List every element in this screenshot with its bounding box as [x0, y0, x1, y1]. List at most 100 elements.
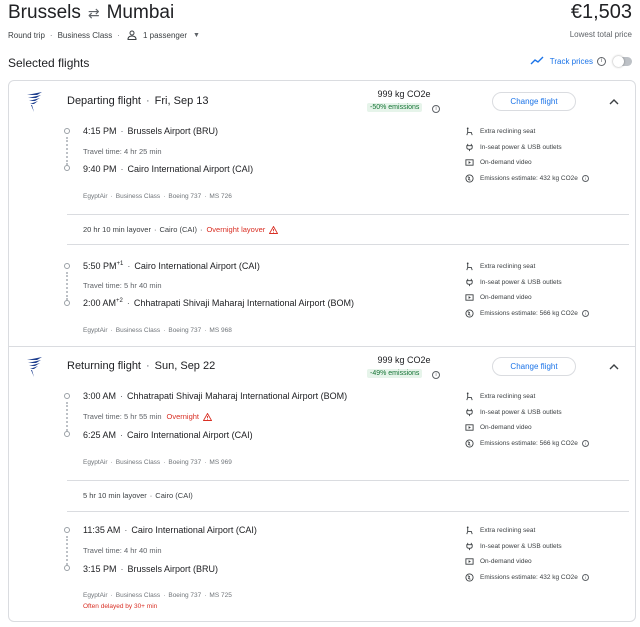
track-prices[interactable]: Track prices i — [530, 55, 632, 67]
overnight-note: Overnight layover — [206, 225, 266, 234]
departing-emissions-badge: -50% emissions — [367, 103, 423, 112]
departure-time: 3:00 AM — [83, 391, 117, 401]
arrival-airport: Cairo International Airport (CAI) — [127, 164, 254, 174]
info-icon[interactable]: i — [581, 573, 589, 581]
amenity-label: On-demand video — [480, 424, 532, 432]
aircraft: Boeing 737 — [168, 459, 202, 466]
amenity-item: Emissions estimate: 432 kg CO2e i — [465, 171, 635, 187]
departure-stop: 5:50 PM+1 · Cairo International Airport (C… — [83, 261, 260, 271]
amenity-label: Extra reclining seat — [480, 527, 536, 535]
flight-meta: EgyptAir · Business Class · Boeing 737 · MS 72… — [83, 592, 232, 599]
passenger-selector[interactable]: 1 passenger — [143, 31, 187, 40]
amenity-label: Emissions estimate: 432 kg CO2e — [480, 573, 578, 581]
dropdown-caret-icon[interactable]: ▼ — [193, 32, 200, 39]
departure-time: 5:50 PM — [83, 261, 117, 271]
returning-label: Returning flight — [67, 360, 141, 372]
aircraft: Boeing 737 — [168, 327, 202, 334]
info-icon[interactable]: i — [581, 309, 589, 317]
amenity-item: On-demand video — [465, 420, 635, 436]
arrival-stop: 3:15 PM · Brussels Airport (BRU) — [83, 564, 219, 574]
returning-emissions-badge: -49% emissions — [367, 369, 423, 378]
leg-divider — [9, 346, 635, 347]
amenity-label: Extra reclining seat — [480, 263, 536, 271]
departure-airport: Cairo International Airport (CAI) — [134, 261, 260, 271]
seat-icon — [466, 526, 473, 535]
arrival-airport: Cairo International Airport (CAI) — [127, 430, 253, 440]
info-icon[interactable]: i — [581, 174, 589, 182]
amenity-item: On-demand video — [465, 554, 635, 570]
separator-dot: · — [117, 30, 120, 40]
power-plug-icon — [466, 542, 473, 550]
cabin: Business Class — [115, 459, 161, 466]
amenity-label: In-seat power & USB outlets — [480, 143, 562, 151]
amenity-label: Emissions estimate: 566 kg CO2e — [480, 309, 578, 317]
video-icon — [465, 558, 474, 565]
arrival-time: 9:40 PM — [83, 164, 117, 174]
departure-stop: 4:15 PM · Brussels Airport (BRU) — [83, 126, 219, 136]
amenity-item: Emissions estimate: 432 kg CO2e i — [465, 570, 635, 586]
info-icon[interactable]: i — [581, 439, 589, 447]
divider — [67, 244, 629, 245]
amenity-label: On-demand video — [480, 558, 532, 566]
departure-airport: Brussels Airport (BRU) — [127, 126, 219, 136]
departing-title: Departing flight · Fri, Sep 13 — [67, 95, 208, 107]
video-icon — [465, 294, 474, 301]
trip-header: Brussels ⇄ Mumbai €1,503 Lowest total pr… — [8, 0, 632, 50]
separator-dot: · — [49, 30, 53, 40]
change-returning-button[interactable]: Change flight — [492, 357, 576, 376]
departing-date: Fri, Sep 13 — [154, 95, 209, 107]
collapse-chevron-icon[interactable] — [609, 98, 619, 106]
returning-date: Sun, Sep 22 — [154, 360, 216, 372]
amenities-list: Extra reclining seat In-seat power & USB… — [465, 389, 635, 451]
amenity-label: On-demand video — [480, 159, 532, 167]
change-departing-button[interactable]: Change flight — [492, 92, 576, 111]
amenities-list: Extra reclining seat In-seat power & USB… — [465, 124, 635, 186]
track-prices-label[interactable]: Track prices — [550, 57, 593, 66]
delay-warning: Often delayed by 30+ min — [83, 603, 158, 610]
aircraft: Boeing 737 — [168, 592, 202, 599]
arrival-stop: 9:40 PM · Cairo International Airport (CAI… — [83, 164, 254, 174]
amenity-item: On-demand video — [465, 155, 635, 171]
airline: EgyptAir — [83, 459, 108, 466]
arrival-airport: Brussels Airport (BRU) — [127, 564, 219, 574]
track-prices-toggle[interactable] — [613, 55, 632, 67]
warning-icon — [203, 412, 213, 421]
globe-icon — [465, 573, 474, 582]
trip-options: Round trip · Business Class · 1 passenge… — [8, 30, 200, 40]
layover-place: Cairo (CAI) — [155, 491, 193, 500]
route: Brussels ⇄ Mumbai — [8, 2, 174, 24]
layover-duration: 20 hr 10 min layover — [83, 225, 151, 234]
power-plug-icon — [466, 278, 473, 286]
departure-time: 4:15 PM — [83, 126, 117, 136]
info-icon[interactable]: i — [432, 105, 440, 113]
travel-time: Travel time: 5 hr 55 min Overnight — [83, 412, 213, 421]
overnight-note: Overnight — [166, 412, 200, 421]
travel-time: Travel time: 4 hr 40 min — [83, 546, 162, 555]
flight-number: MS 968 — [209, 327, 232, 334]
warning-icon — [269, 225, 279, 234]
globe-icon — [465, 309, 474, 318]
info-icon[interactable]: i — [432, 371, 440, 379]
flight-number: MS 726 — [209, 193, 232, 200]
egyptair-logo-icon — [27, 357, 42, 377]
cabin: Business Class — [115, 592, 161, 599]
arrival-airport: Chhatrapati Shivaji Maharaj Internationa… — [133, 298, 354, 308]
collapse-chevron-icon[interactable] — [609, 363, 619, 371]
amenities-list: Extra reclining seat In-seat power & USB… — [465, 523, 635, 585]
total-price: €1,503 — [570, 1, 632, 23]
amenity-item: Emissions estimate: 566 kg CO2e i — [465, 306, 635, 322]
amenity-label: In-seat power & USB outlets — [480, 278, 562, 286]
layover-info: 5 hr 10 min layover · Cairo (CAI) — [83, 491, 193, 500]
arrival-time: 2:00 AM — [83, 298, 117, 308]
departure-stop: 3:00 AM · Chhatrapati Shivaji Maharaj Inte… — [83, 391, 348, 401]
timeline-stop — [64, 393, 70, 399]
timeline-line — [66, 137, 68, 165]
amenity-item: Extra reclining seat — [465, 124, 635, 140]
globe-icon — [465, 174, 474, 183]
trip-type: Round trip — [8, 30, 45, 40]
airline: EgyptAir — [83, 327, 108, 334]
flight-number: MS 969 — [209, 459, 232, 466]
separator-dot: · — [146, 95, 150, 107]
amenity-label: Extra reclining seat — [480, 128, 536, 136]
info-icon[interactable]: i — [597, 56, 606, 66]
